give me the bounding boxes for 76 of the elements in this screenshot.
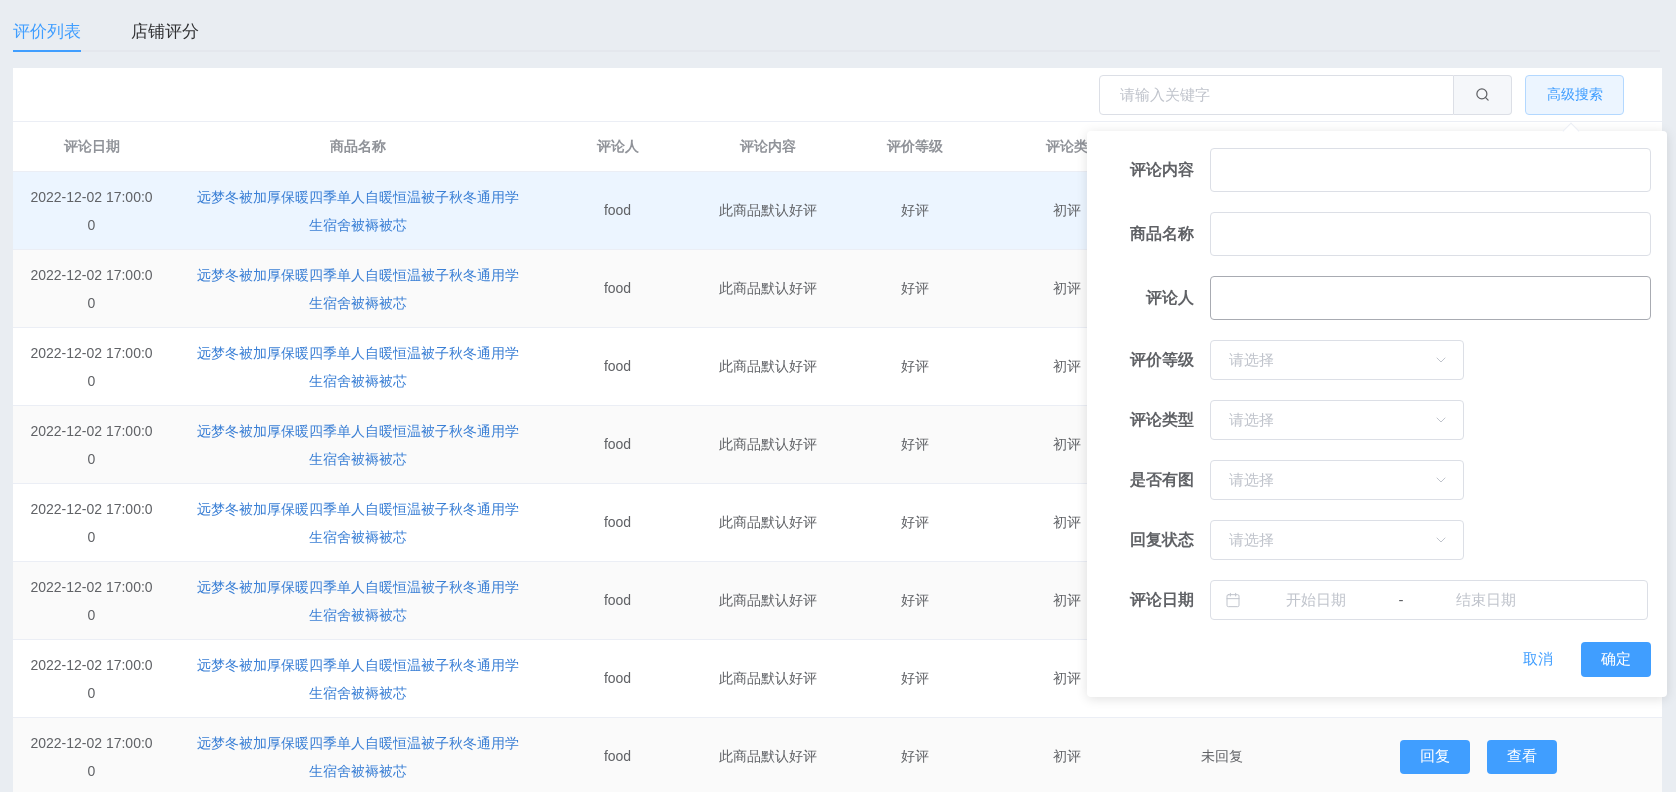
form-label: 评论人: [1144, 288, 1194, 308]
date-range-field[interactable]: 开始日期 - 结束日期: [1210, 580, 1648, 620]
column-header: 评论日期: [62, 137, 121, 156]
table-cell-text: 2022-12-02 17:00:00: [29, 655, 154, 703]
table-cell-text: food: [603, 279, 632, 298]
form-label: 是否有图: [1129, 470, 1194, 490]
table-cell-text: 此商品默认好评: [718, 357, 817, 376]
table-cell-text: food: [603, 201, 632, 220]
table-cell-text: 初评: [1052, 591, 1081, 610]
column-header: 评论类: [1044, 137, 1089, 156]
form-label: 回复状态: [1129, 530, 1194, 550]
tab[interactable]: 评价列表: [13, 14, 81, 52]
search-button[interactable]: [1454, 74, 1512, 115]
table-cell-text: 此商品默认好评: [718, 513, 817, 532]
text-field[interactable]: [1210, 276, 1651, 320]
table-cell-text: 好评: [901, 669, 929, 688]
table-cell-text: 初评: [1052, 747, 1081, 766]
product-link[interactable]: 远梦冬被加厚保暖四季单人自暖恒温被子秋冬通用学生宿舍被褥被芯: [192, 494, 523, 551]
column-header: 商品名称: [328, 137, 387, 156]
table-cell-text: 此商品默认好评: [718, 201, 817, 220]
table-cell-text: food: [603, 357, 632, 376]
table-cell-text: 好评: [901, 747, 929, 766]
table-cell-text: 未回复: [1200, 747, 1243, 766]
calendar-icon: [1225, 592, 1241, 608]
table-cell-text: 2022-12-02 17:00:00: [29, 421, 154, 469]
tab[interactable]: 店铺评分: [131, 14, 199, 52]
action-button[interactable]: 回复: [1400, 739, 1470, 774]
product-link[interactable]: 远梦冬被加厚保暖四季单人自暖恒温被子秋冬通用学生宿舍被褥被芯: [192, 260, 523, 317]
advanced-search-button[interactable]: 高级搜索: [1525, 74, 1624, 115]
table-cell-text: 2022-12-02 17:00:00: [29, 187, 154, 235]
confirm-button[interactable]: 确定: [1581, 642, 1651, 677]
table-cell-text: 好评: [901, 201, 929, 220]
table-cell-text: food: [603, 513, 632, 532]
table-cell-text: food: [603, 747, 632, 766]
column-header: 评价等级: [885, 137, 944, 156]
product-link[interactable]: 远梦冬被加厚保暖四季单人自暖恒温被子秋冬通用学生宿舍被褥被芯: [192, 572, 523, 629]
table-cell-text: 此商品默认好评: [718, 591, 817, 610]
product-link[interactable]: 远梦冬被加厚保暖四季单人自暖恒温被子秋冬通用学生宿舍被褥被芯: [192, 650, 523, 707]
table-cell-text: 初评: [1052, 279, 1081, 298]
cancel-link[interactable]: 取消: [1515, 648, 1561, 671]
table-cell-text: 2022-12-02 17:00:00: [29, 733, 154, 781]
table-cell-text: 2022-12-02 17:00:00: [29, 499, 154, 547]
column-header: 评论内容: [738, 137, 797, 156]
table-cell-text: 2022-12-02 17:00:00: [29, 577, 154, 625]
table-cell-text: food: [603, 435, 632, 454]
table-cell-text: 此商品默认好评: [718, 435, 817, 454]
form-label: 评价等级: [1128, 350, 1194, 370]
table-cell-text: 2022-12-02 17:00:00: [29, 343, 154, 391]
table-cell-text: food: [603, 669, 632, 688]
table-cell-text: 好评: [901, 513, 929, 532]
table-cell-text: 此商品默认好评: [718, 669, 817, 688]
table-cell-text: 2022-12-02 17:00:00: [29, 265, 154, 313]
form-label: 商品名称: [1129, 224, 1194, 244]
table-cell-text: 好评: [901, 279, 929, 298]
table-cell-text: 初评: [1052, 201, 1081, 220]
form-label: 评论类型: [1128, 410, 1194, 430]
product-link[interactable]: 远梦冬被加厚保暖四季单人自暖恒温被子秋冬通用学生宿舍被褥被芯: [192, 728, 523, 785]
product-link[interactable]: 远梦冬被加厚保暖四季单人自暖恒温被子秋冬通用学生宿舍被褥被芯: [192, 338, 523, 395]
product-link[interactable]: 远梦冬被加厚保暖四季单人自暖恒温被子秋冬通用学生宿舍被褥被芯: [192, 416, 523, 473]
table-cell-text: 初评: [1052, 357, 1081, 376]
table-cell-text: 好评: [901, 591, 929, 610]
table-cell-text: 初评: [1052, 513, 1081, 532]
form-label: 评论内容: [1128, 160, 1194, 180]
table-cell-text: 此商品默认好评: [718, 747, 817, 766]
form-label: 评论日期: [1128, 590, 1194, 610]
product-link[interactable]: 远梦冬被加厚保暖四季单人自暖恒温被子秋冬通用学生宿舍被褥被芯: [192, 182, 523, 239]
table-cell-text: 初评: [1052, 435, 1081, 454]
table-cell-text: 初评: [1052, 669, 1081, 688]
table-cell-text: 好评: [901, 357, 929, 376]
column-header: 评论人: [595, 137, 640, 156]
search-field[interactable]: 请输入关键字: [1099, 74, 1454, 115]
table-cell-text: 此商品默认好评: [718, 279, 817, 298]
search-icon: [1475, 87, 1490, 102]
table-cell-text: food: [603, 591, 632, 610]
table-cell-text: 好评: [901, 435, 929, 454]
action-button[interactable]: 查看: [1487, 739, 1557, 774]
